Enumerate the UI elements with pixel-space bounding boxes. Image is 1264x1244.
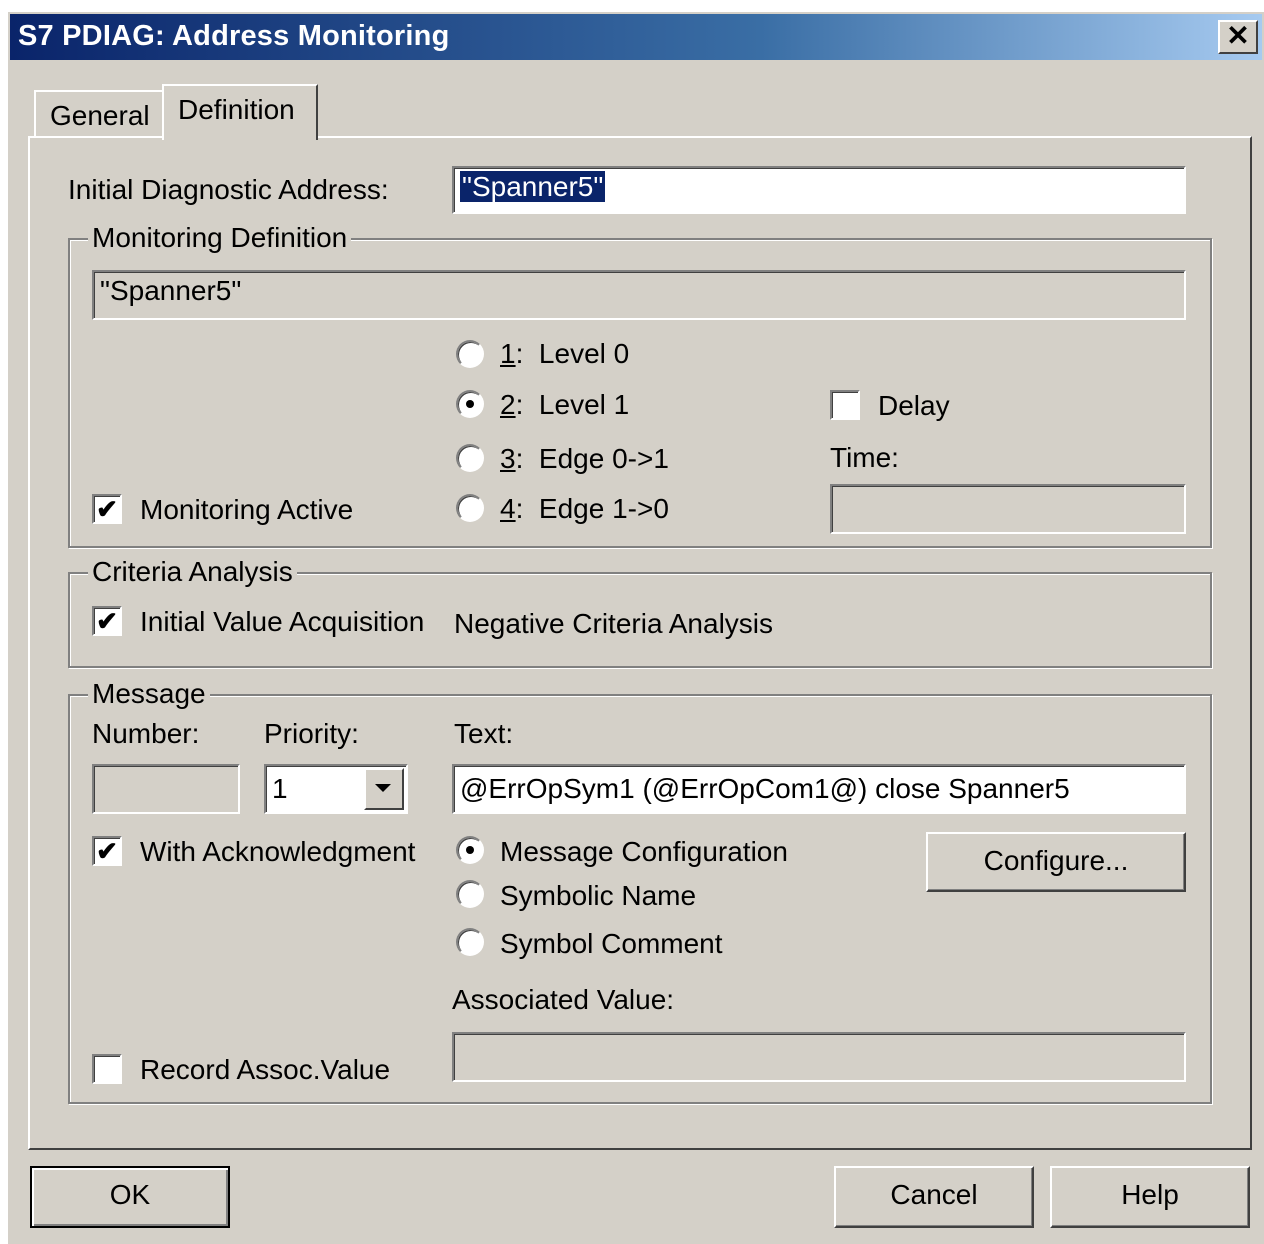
check-icon: ✔ (96, 606, 118, 636)
chevron-down-icon (375, 784, 391, 792)
level-0-label[interactable]: 1: Level 0 (500, 338, 629, 370)
with-acknowledgment-checkbox[interactable]: ✔ (92, 836, 122, 866)
negative-criteria-label: Negative Criteria Analysis (454, 608, 774, 639)
initial-value-label[interactable]: Initial Value Acquisition (140, 606, 424, 638)
monitoring-active-label[interactable]: Monitoring Active (140, 494, 353, 526)
initial-address-input[interactable]: "Spanner5" (452, 166, 1186, 214)
text-label: Text: (454, 718, 514, 749)
edge-1-0-label[interactable]: 4: Edge 1->0 (500, 493, 669, 525)
message-title: Message (88, 678, 210, 710)
tab-definition[interactable]: Definition (162, 84, 318, 140)
criteria-analysis-title: Criteria Analysis (88, 556, 297, 588)
number-label: Number: (92, 718, 200, 749)
level-1-radio[interactable] (456, 390, 484, 418)
delay-label[interactable]: Delay (878, 390, 950, 422)
tab-general[interactable]: General (34, 90, 164, 138)
radio-selected-dot (466, 846, 474, 854)
close-button[interactable]: ✕ (1218, 20, 1258, 54)
monitoring-active-checkbox[interactable]: ✔ (92, 494, 122, 524)
symbol-comment-label[interactable]: Symbol Comment (500, 928, 723, 960)
record-assoc-value-label[interactable]: Record Assoc.Value (140, 1054, 390, 1086)
associated-value-label: Associated Value: (452, 984, 675, 1015)
number-input (92, 764, 240, 814)
close-icon: ✕ (1226, 20, 1250, 51)
time-input (830, 484, 1186, 534)
help-button[interactable]: Help (1050, 1166, 1250, 1228)
priority-dropdown-button[interactable] (364, 768, 404, 810)
initial-value-checkbox[interactable]: ✔ (92, 606, 122, 636)
ok-button[interactable]: OK (30, 1166, 230, 1228)
check-icon: ✔ (96, 494, 118, 524)
priority-label: Priority: (264, 718, 359, 749)
level-1-label[interactable]: 2: Level 1 (500, 389, 629, 421)
with-acknowledgment-label[interactable]: With Acknowledgment (140, 836, 415, 868)
record-assoc-value-checkbox[interactable] (92, 1054, 122, 1084)
configure-button[interactable]: Configure... (926, 832, 1186, 892)
monitoring-expression-field: "Spanner5" (92, 270, 1186, 320)
initial-address-label: Initial Diagnostic Address: (68, 174, 389, 205)
symbolic-name-label[interactable]: Symbolic Name (500, 880, 696, 912)
monitoring-definition-title: Monitoring Definition (88, 222, 352, 254)
radio-selected-dot (466, 400, 474, 408)
message-configuration-label[interactable]: Message Configuration (500, 836, 788, 868)
message-configuration-radio[interactable] (456, 836, 484, 864)
cancel-button[interactable]: Cancel (834, 1166, 1034, 1228)
associated-value-input (452, 1032, 1186, 1082)
window-title: S7 PDIAG: Address Monitoring (18, 20, 450, 52)
level-0-radio[interactable] (456, 340, 484, 368)
delay-checkbox[interactable] (830, 390, 860, 420)
edge-0-1-radio[interactable] (456, 444, 484, 472)
message-text-input[interactable]: @ErrOpSym1 (@ErrOpCom1@) close Spanner5 (452, 764, 1186, 814)
symbol-comment-radio[interactable] (456, 928, 484, 956)
check-icon: ✔ (96, 836, 118, 866)
edge-0-1-label[interactable]: 3: Edge 0->1 (500, 443, 669, 475)
symbolic-name-radio[interactable] (456, 880, 484, 908)
time-label: Time: (830, 442, 899, 473)
edge-1-0-radio[interactable] (456, 494, 484, 522)
